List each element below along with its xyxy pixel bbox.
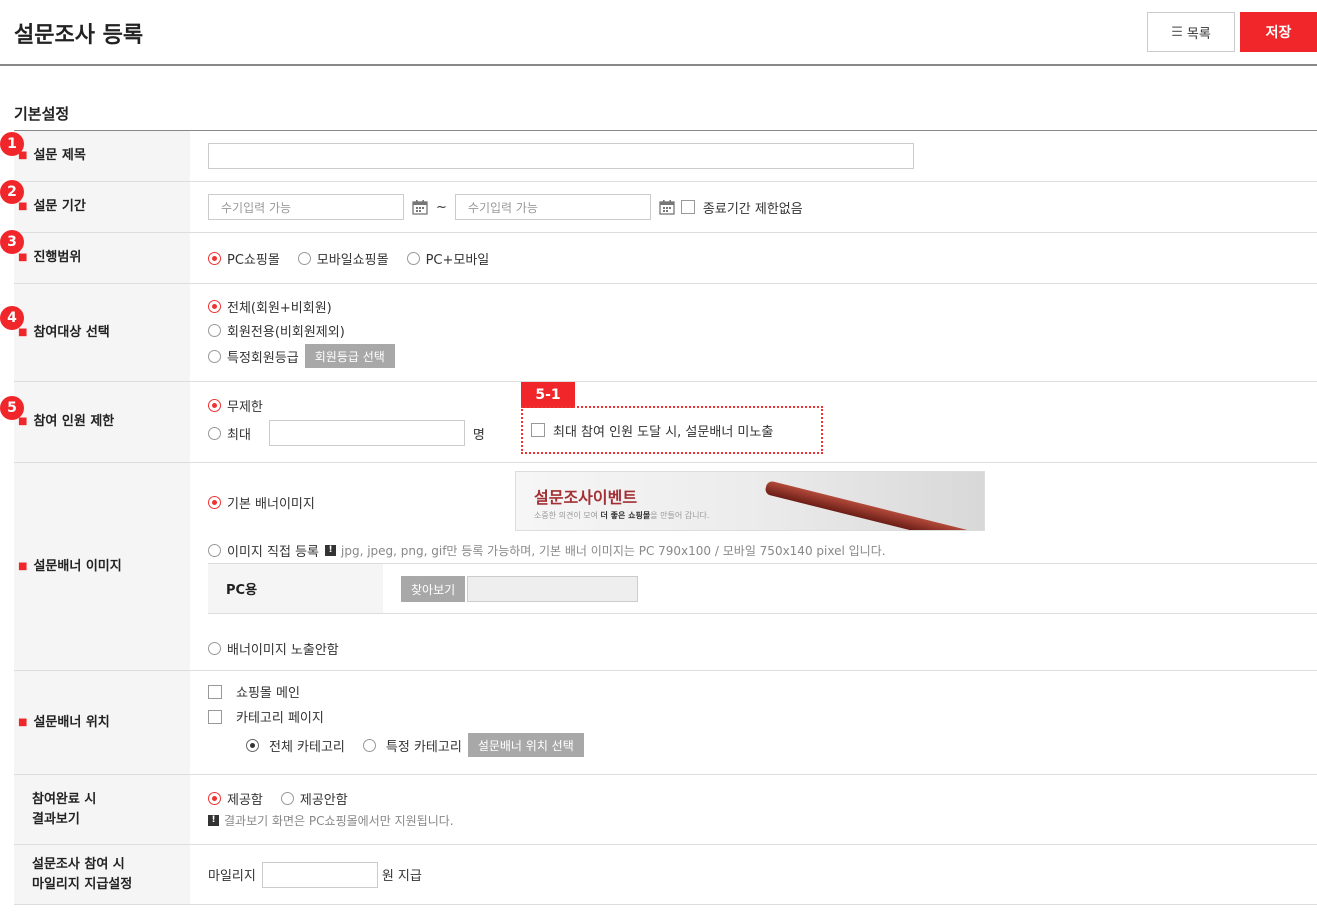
label-mileage: 설문조사 참여 시 마일리지 지급설정 bbox=[14, 845, 190, 904]
row-banner-position: ■ 설문배너 위치 쇼핑몰 메인 카테고리 페이지 전체 카테고리 특정 카테고리… bbox=[14, 671, 1317, 775]
label-target: ■ 참여대상 선택 bbox=[14, 284, 190, 381]
calendar-icon[interactable] bbox=[659, 199, 675, 215]
info-icon: ! bbox=[325, 544, 336, 556]
member-grade-select-button[interactable]: 회원등급 선택 bbox=[304, 344, 395, 368]
basic-settings-form: ■ 설문 제목 ■ 설문 기간 수기입력 가능 ~ 수기입력 가능 종료기간 제한없… bbox=[14, 130, 1317, 905]
badge-4: 4 bbox=[0, 306, 24, 330]
banner-radio-hide[interactable]: 배너이미지 노출안함 bbox=[208, 639, 339, 658]
badge-2: 2 bbox=[0, 180, 24, 204]
label-survey-period: ■ 설문 기간 bbox=[14, 182, 190, 232]
label-limit: ■ 참여 인원 제한 bbox=[14, 382, 190, 462]
file-path-input[interactable] bbox=[467, 576, 639, 602]
badge-5: 5 bbox=[0, 396, 24, 420]
limit-radio-max[interactable]: 최대 bbox=[208, 424, 251, 443]
pc-label: PC용 bbox=[208, 564, 383, 613]
label-result-view: 참여완료 시 결과보기 bbox=[14, 775, 190, 844]
row-survey-period: ■ 설문 기간 수기입력 가능 ~ 수기입력 가능 종료기간 제한없음 bbox=[14, 182, 1317, 233]
survey-title-input[interactable] bbox=[208, 143, 914, 169]
target-radio-grade[interactable]: 특정회원등급 bbox=[208, 347, 299, 366]
default-banner-image: 설문조사이벤트 소중한 의견이 모여 더 좋은 쇼핑몰을 만들어 갑니다. bbox=[515, 471, 985, 531]
row-mileage: 설문조사 참여 시 마일리지 지급설정 마일리지 원 지급 bbox=[14, 845, 1317, 905]
page-header: 설문조사 등록 ☰ 목록 저장 bbox=[0, 0, 1317, 66]
badge-3: 3 bbox=[0, 230, 24, 254]
row-survey-title: ■ 설문 제목 bbox=[14, 131, 1317, 182]
hide-banner-option-box: 최대 참여 인원 도달 시, 설문배너 미노출 bbox=[521, 406, 823, 454]
target-radio-members[interactable]: 회원전용(비회원제외) bbox=[208, 321, 345, 340]
category-radio-specific[interactable]: 특정 카테고리 bbox=[362, 736, 462, 755]
section-title: 기본설정 bbox=[14, 105, 70, 123]
target-radio-all[interactable]: 전체(회원+비회원) bbox=[208, 297, 332, 316]
calendar-icon[interactable] bbox=[412, 199, 428, 215]
result-radio-no-provide[interactable]: 제공안함 bbox=[280, 789, 348, 808]
info-icon: ! bbox=[208, 814, 219, 826]
category-radio-all[interactable]: 전체 카테고리 bbox=[246, 736, 345, 755]
page-title: 설문조사 등록 bbox=[14, 23, 144, 48]
list-button-label: 목록 bbox=[1186, 26, 1211, 42]
label-banner-position: ■ 설문배너 위치 bbox=[14, 671, 190, 774]
browse-button[interactable]: 찾아보기 bbox=[401, 576, 466, 602]
participants-unit: 명 bbox=[472, 427, 485, 443]
end-date-input[interactable]: 수기입력 가능 bbox=[454, 194, 651, 220]
pc-upload-row: PC용 찾아보기 bbox=[208, 563, 1317, 614]
mileage-input[interactable] bbox=[261, 861, 378, 888]
label-banner-image: ■ 설문배너 이미지 bbox=[14, 463, 190, 670]
row-scope: ■ 진행범위 PC쇼핑몰 모바일쇼핑몰 PC+모바일 bbox=[14, 233, 1317, 284]
label-survey-title: ■ 설문 제목 bbox=[14, 131, 190, 181]
mileage-prefix: 마일리지 bbox=[208, 869, 256, 884]
hide-banner-on-max-checkbox[interactable]: 최대 참여 인원 도달 시, 설문배너 미노출 bbox=[531, 421, 773, 440]
no-end-date-checkbox[interactable]: 종료기간 제한없음 bbox=[680, 198, 803, 217]
badge-5-1: 5-1 bbox=[521, 382, 575, 408]
max-participants-input[interactable] bbox=[268, 420, 465, 446]
result-view-note: 결과보기 화면은 PC쇼핑몰에서만 지원됩니다. bbox=[224, 813, 454, 828]
scope-radio-pc[interactable]: PC쇼핑몰 bbox=[208, 249, 280, 268]
list-icon: ☰ bbox=[1171, 24, 1183, 40]
row-limit: ■ 참여 인원 제한 무제한 최대 명 5-1 최대 참여 인원 도달 시, 설문… bbox=[14, 382, 1317, 463]
custom-banner-note: jpg, jpeg, png, gif만 등록 가능하며, 기본 배너 이미지는… bbox=[341, 543, 886, 558]
limit-radio-unlimited[interactable]: 무제한 bbox=[208, 396, 263, 415]
save-button[interactable]: 저장 bbox=[1240, 12, 1317, 52]
row-result-view: 참여완료 시 결과보기 제공함 제공안함 ! 결과보기 화면은 PC쇼핑몰에서만… bbox=[14, 775, 1317, 845]
scope-radio-mobile[interactable]: 모바일쇼핑몰 bbox=[297, 249, 389, 268]
mileage-suffix: 원 지급 bbox=[381, 869, 422, 884]
pen-image bbox=[764, 480, 984, 530]
badge-1: 1 bbox=[0, 132, 24, 156]
list-button[interactable]: ☰ 목록 bbox=[1147, 12, 1235, 52]
scope-radio-pc-mobile[interactable]: PC+모바일 bbox=[406, 249, 489, 268]
banner-position-category-checkbox[interactable]: 카테고리 페이지 bbox=[208, 707, 324, 726]
row-banner-image: ■ 설문배너 이미지 기본 배너이미지 설문조사이벤트 소중한 의견이 모여 더 … bbox=[14, 463, 1317, 671]
period-tilde: ~ bbox=[436, 199, 447, 215]
row-target: ■ 참여대상 선택 전체(회원+비회원) 회원전용(비회원제외) 특정회원등급 회… bbox=[14, 284, 1317, 382]
result-radio-provide[interactable]: 제공함 bbox=[208, 789, 263, 808]
label-scope: ■ 진행범위 bbox=[14, 233, 190, 283]
banner-position-main-checkbox[interactable]: 쇼핑몰 메인 bbox=[208, 682, 300, 701]
banner-radio-default[interactable]: 기본 배너이미지 bbox=[208, 493, 315, 512]
banner-radio-custom[interactable]: 이미지 직접 등록 bbox=[208, 541, 319, 560]
start-date-input[interactable]: 수기입력 가능 bbox=[208, 194, 404, 220]
banner-position-select-button[interactable]: 설문배너 위치 선택 bbox=[467, 733, 584, 757]
